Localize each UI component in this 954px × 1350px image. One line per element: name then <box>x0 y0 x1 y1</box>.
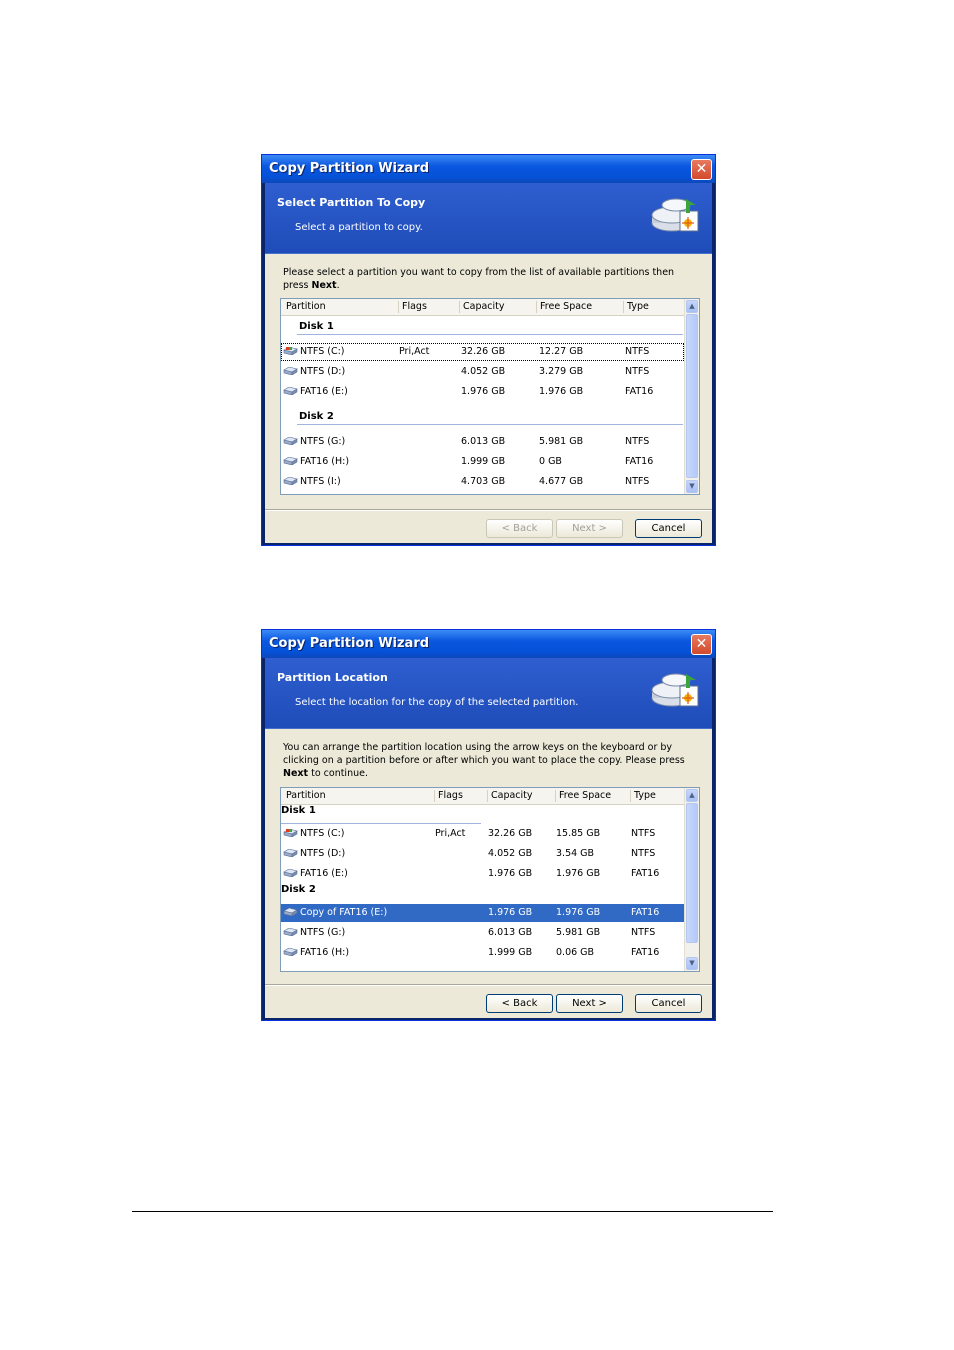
column-flags[interactable]: Flags <box>434 790 463 802</box>
list-item[interactable]: NTFS (G:) 6.013 GB 5.981 GB NTFS <box>281 924 684 942</box>
list-item[interactable]: FAT16 (H:) 1.999 GB 0 GB FAT16 <box>281 453 684 471</box>
list-item[interactable]: FAT16 (E:) 1.976 GB 1.976 GB FAT16 <box>281 865 684 883</box>
scroll-down-arrow-icon[interactable]: ▼ <box>686 957 698 970</box>
dialog-body: Partition Location Select the location f… <box>265 658 712 1018</box>
drive-icon <box>283 477 298 485</box>
column-partition[interactable]: Partition <box>283 301 326 313</box>
partition-list[interactable]: Partition Flags Capacity Free Space Type… <box>280 298 700 495</box>
list-item[interactable]: FAT16 (H:) 1.999 GB 0.06 GB FAT16 <box>281 944 684 962</box>
column-capacity[interactable]: Capacity <box>459 301 505 313</box>
drive-icon <box>283 948 298 956</box>
vertical-scrollbar[interactable]: ▲ ▼ <box>684 788 699 971</box>
scroll-up-arrow-icon[interactable]: ▲ <box>686 300 698 313</box>
disk-2-label: Disk 2 <box>281 884 316 895</box>
disk-1-label: Disk 1 <box>281 805 316 816</box>
copy-partition-icon <box>650 193 702 241</box>
list-item[interactable]: NTFS (G:) 6.013 GB 5.981 GB NTFS <box>281 433 684 451</box>
column-free-space[interactable]: Free Space <box>555 790 611 802</box>
column-partition[interactable]: Partition <box>283 790 326 802</box>
column-capacity[interactable]: Capacity <box>487 790 533 802</box>
system-drive-icon <box>283 829 298 837</box>
title-bar[interactable]: Copy Partition Wizard <box>262 155 715 183</box>
cancel-button[interactable]: Cancel <box>635 994 702 1013</box>
page-rule <box>132 1211 773 1212</box>
divider <box>297 334 683 335</box>
column-flags[interactable]: Flags <box>398 301 427 313</box>
drive-icon <box>283 367 298 375</box>
partition-list[interactable]: Partition Flags Capacity Free Space Type… <box>280 787 700 972</box>
column-header-row: Partition Flags Capacity Free Space Type <box>281 299 684 316</box>
wizard-header: Select Partition To Copy Select a partit… <box>265 183 712 254</box>
list-item-selected[interactable]: Copy of FAT16 (E:) 1.976 GB 1.976 GB FAT… <box>281 904 684 922</box>
list-item[interactable]: NTFS (C:) Pri,Act 32.26 GB 12.27 GB NTFS <box>281 343 684 361</box>
drive-icon <box>283 457 298 465</box>
scroll-down-arrow-icon[interactable]: ▼ <box>686 480 698 493</box>
copy-partition-wizard-step1: Copy Partition Wizard ✕ Select Partition… <box>261 154 716 546</box>
button-separator <box>265 984 712 986</box>
list-item[interactable]: NTFS (D:) 4.052 GB 3.54 GB NTFS <box>281 845 684 863</box>
column-type[interactable]: Type <box>623 301 649 313</box>
next-button[interactable]: Next > <box>556 994 623 1013</box>
close-button[interactable]: ✕ <box>691 634 712 655</box>
button-separator <box>265 509 712 511</box>
step-subtitle: Select a partition to copy. <box>295 222 423 233</box>
copy-partition-wizard-step2: Copy Partition Wizard ✕ Partition Locati… <box>261 629 716 1021</box>
title-bar[interactable]: Copy Partition Wizard <box>262 630 715 658</box>
drive-icon <box>283 869 298 877</box>
scroll-thumb[interactable] <box>686 803 698 943</box>
dialog-body: Select Partition To Copy Select a partit… <box>265 183 712 543</box>
step-title: Select Partition To Copy <box>277 196 426 209</box>
window-title: Copy Partition Wizard <box>269 161 430 176</box>
disk-1-label: Disk 1 <box>299 321 334 332</box>
scroll-thumb[interactable] <box>686 314 698 478</box>
wizard-header: Partition Location Select the location f… <box>265 658 712 729</box>
step-subtitle: Select the location for the copy of the … <box>295 697 579 708</box>
divider <box>297 424 683 425</box>
system-drive-icon <box>283 347 298 355</box>
drive-icon <box>283 928 298 936</box>
drive-icon <box>283 849 298 857</box>
cancel-button[interactable]: Cancel <box>635 519 702 538</box>
list-item[interactable]: FAT16 (E:) 1.976 GB 1.976 GB FAT16 <box>281 383 684 401</box>
back-button[interactable]: < Back <box>486 519 553 538</box>
drive-icon <box>283 387 298 395</box>
list-item[interactable]: NTFS (C:) Pri,Act 32.26 GB 15.85 GB NTFS <box>281 825 684 843</box>
next-button[interactable]: Next > <box>556 519 623 538</box>
drive-icon <box>283 437 298 445</box>
vertical-scrollbar[interactable]: ▲ ▼ <box>684 299 699 494</box>
close-button[interactable]: ✕ <box>691 159 712 180</box>
instructions: Please select a partition you want to co… <box>283 267 675 291</box>
list-item[interactable]: NTFS (I:) 4.703 GB 4.677 GB NTFS <box>281 473 684 491</box>
scroll-up-arrow-icon[interactable]: ▲ <box>686 789 698 802</box>
window-title: Copy Partition Wizard <box>269 636 430 651</box>
list-item[interactable]: NTFS (D:) 4.052 GB 3.279 GB NTFS <box>281 363 684 381</box>
column-header-row: Partition Flags Capacity Free Space Type <box>281 788 684 805</box>
instructions: You can arrange the partition location u… <box>283 742 685 779</box>
step-title: Partition Location <box>277 671 388 684</box>
copy-partition-icon <box>650 668 702 716</box>
column-type[interactable]: Type <box>630 790 656 802</box>
column-free-space[interactable]: Free Space <box>536 301 592 313</box>
disk-2-label: Disk 2 <box>299 411 334 422</box>
divider <box>281 823 481 824</box>
back-button[interactable]: < Back <box>486 994 553 1013</box>
drive-icon <box>283 908 298 916</box>
